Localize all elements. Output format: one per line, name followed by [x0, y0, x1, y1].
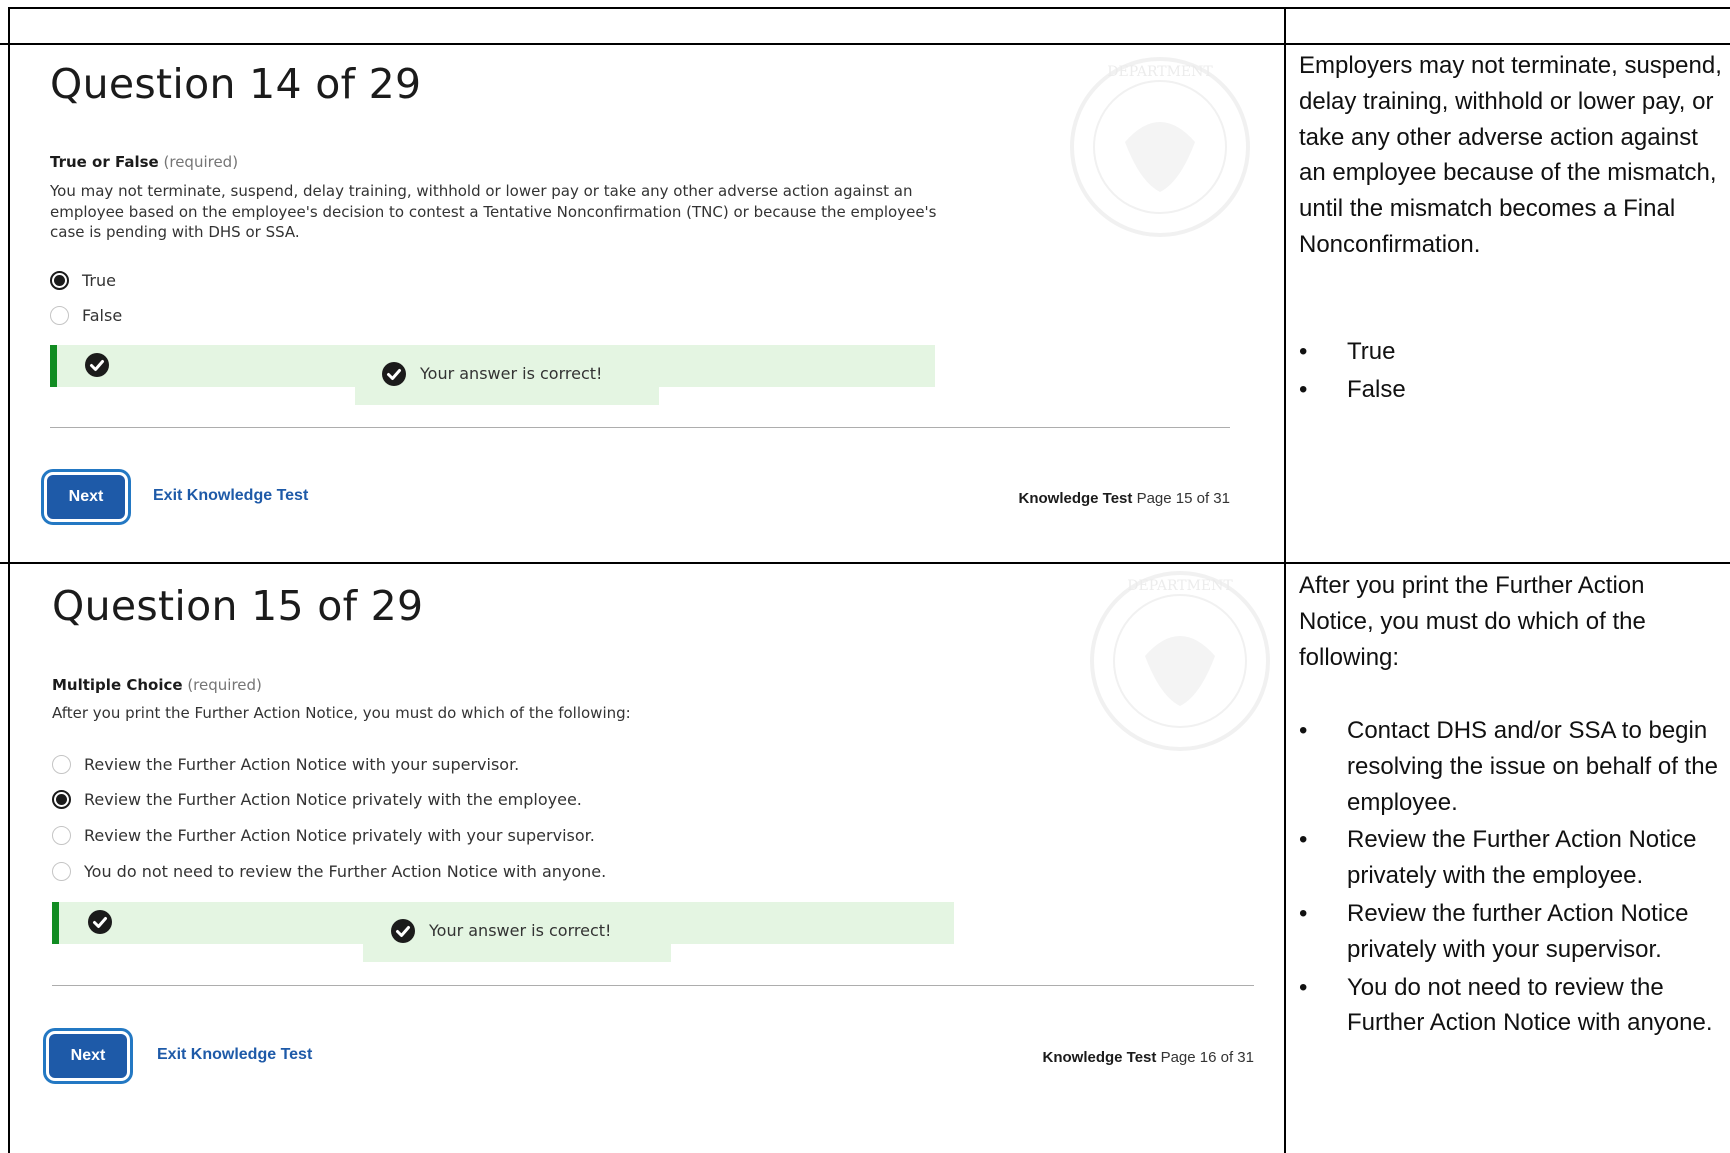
check-circle-icon [88, 910, 112, 934]
bullet-item: False [1299, 372, 1724, 408]
dhs-seal-watermark: DEPARTMENT [1085, 566, 1275, 756]
question-type-label: Multiple Choice [52, 676, 183, 694]
check-circle-icon [391, 919, 415, 943]
table-left-border [8, 7, 10, 1153]
exit-knowledge-test-link[interactable]: Exit Knowledge Test [157, 1046, 312, 1064]
side-note-text: Employers may not terminate, suspend, de… [1299, 52, 1722, 258]
bullet-item: Review the further Action Notice private… [1299, 896, 1724, 968]
radio-button-selected[interactable] [52, 790, 71, 809]
section-divider [52, 985, 1254, 986]
question-title: Question 15 of 29 [52, 582, 424, 630]
bullet-item: True [1299, 334, 1724, 370]
side-note-bullets: Contact DHS and/or SSA to begin resolvin… [1299, 713, 1724, 1043]
option-label: Review the Further Action Notice private… [84, 790, 582, 809]
page-indicator: Knowledge Test Page 16 of 31 [1043, 1049, 1255, 1066]
question-prompt: After you print the Further Action Notic… [52, 704, 631, 722]
radio-button[interactable] [50, 306, 69, 325]
side-note-text: After you print the Further Action Notic… [1299, 572, 1646, 671]
option-4[interactable]: You do not need to review the Further Ac… [52, 862, 606, 881]
svg-text:DEPARTMENT: DEPARTMENT [1127, 578, 1233, 594]
question-type-label: True or False [50, 153, 159, 171]
option-label: You do not need to review the Further Ac… [84, 862, 607, 881]
option-3[interactable]: Review the Further Action Notice private… [52, 826, 595, 845]
bullet-item: You do not need to review the Further Ac… [1299, 970, 1724, 1042]
radio-button[interactable] [52, 862, 71, 881]
page-indicator-label: Knowledge Test [1018, 490, 1133, 507]
option-true[interactable]: True [50, 271, 116, 290]
next-button[interactable]: Next [49, 1034, 127, 1078]
feedback-banner-tab [363, 942, 671, 962]
dhs-seal-watermark: DEPARTMENT [1065, 52, 1255, 242]
row-divider [0, 562, 1730, 564]
radio-button-selected[interactable] [50, 271, 69, 290]
page-indicator-value: Page 15 of 31 [1136, 490, 1230, 507]
next-button[interactable]: Next [47, 475, 125, 519]
bullet-item: Contact DHS and/or SSA to begin resolvin… [1299, 713, 1724, 820]
svg-text:DEPARTMENT: DEPARTMENT [1107, 64, 1213, 80]
required-label: (required) [187, 676, 262, 694]
check-circle-icon [382, 362, 406, 386]
page-indicator: Knowledge Test Page 15 of 31 [1019, 490, 1231, 507]
radio-button[interactable] [52, 755, 71, 774]
option-label: False [82, 306, 123, 325]
option-false[interactable]: False [50, 306, 122, 325]
option-2[interactable]: Review the Further Action Notice private… [52, 790, 582, 809]
option-label: True [82, 271, 116, 290]
feedback-message: Your answer is correct! [420, 364, 603, 383]
header-row-border [0, 43, 1730, 45]
option-label: Review the Further Action Notice with yo… [84, 755, 520, 774]
side-note-bullets: True False [1299, 334, 1724, 410]
feedback-message: Your answer is correct! [429, 921, 612, 940]
check-circle-icon [85, 353, 109, 377]
option-1[interactable]: Review the Further Action Notice with yo… [52, 755, 519, 774]
required-label: (required) [163, 153, 239, 171]
feedback-banner-tab [355, 385, 659, 405]
option-label: Review the Further Action Notice private… [84, 826, 595, 845]
page-indicator-label: Knowledge Test [1042, 1049, 1157, 1066]
section-divider [50, 427, 1230, 428]
question-type: Multiple Choice (required) [52, 676, 262, 694]
bullet-item: Review the Further Action Notice private… [1299, 822, 1724, 894]
question-type: True or False (required) [50, 153, 238, 171]
radio-button[interactable] [52, 826, 71, 845]
exit-knowledge-test-link[interactable]: Exit Knowledge Test [153, 487, 308, 505]
page-indicator-value: Page 16 of 31 [1160, 1049, 1254, 1066]
question-prompt: You may not terminate, suspend, delay tr… [50, 182, 937, 241]
table-mid-border [1284, 7, 1286, 1153]
question-title: Question 14 of 29 [50, 60, 422, 108]
table-top-border [8, 7, 1730, 9]
